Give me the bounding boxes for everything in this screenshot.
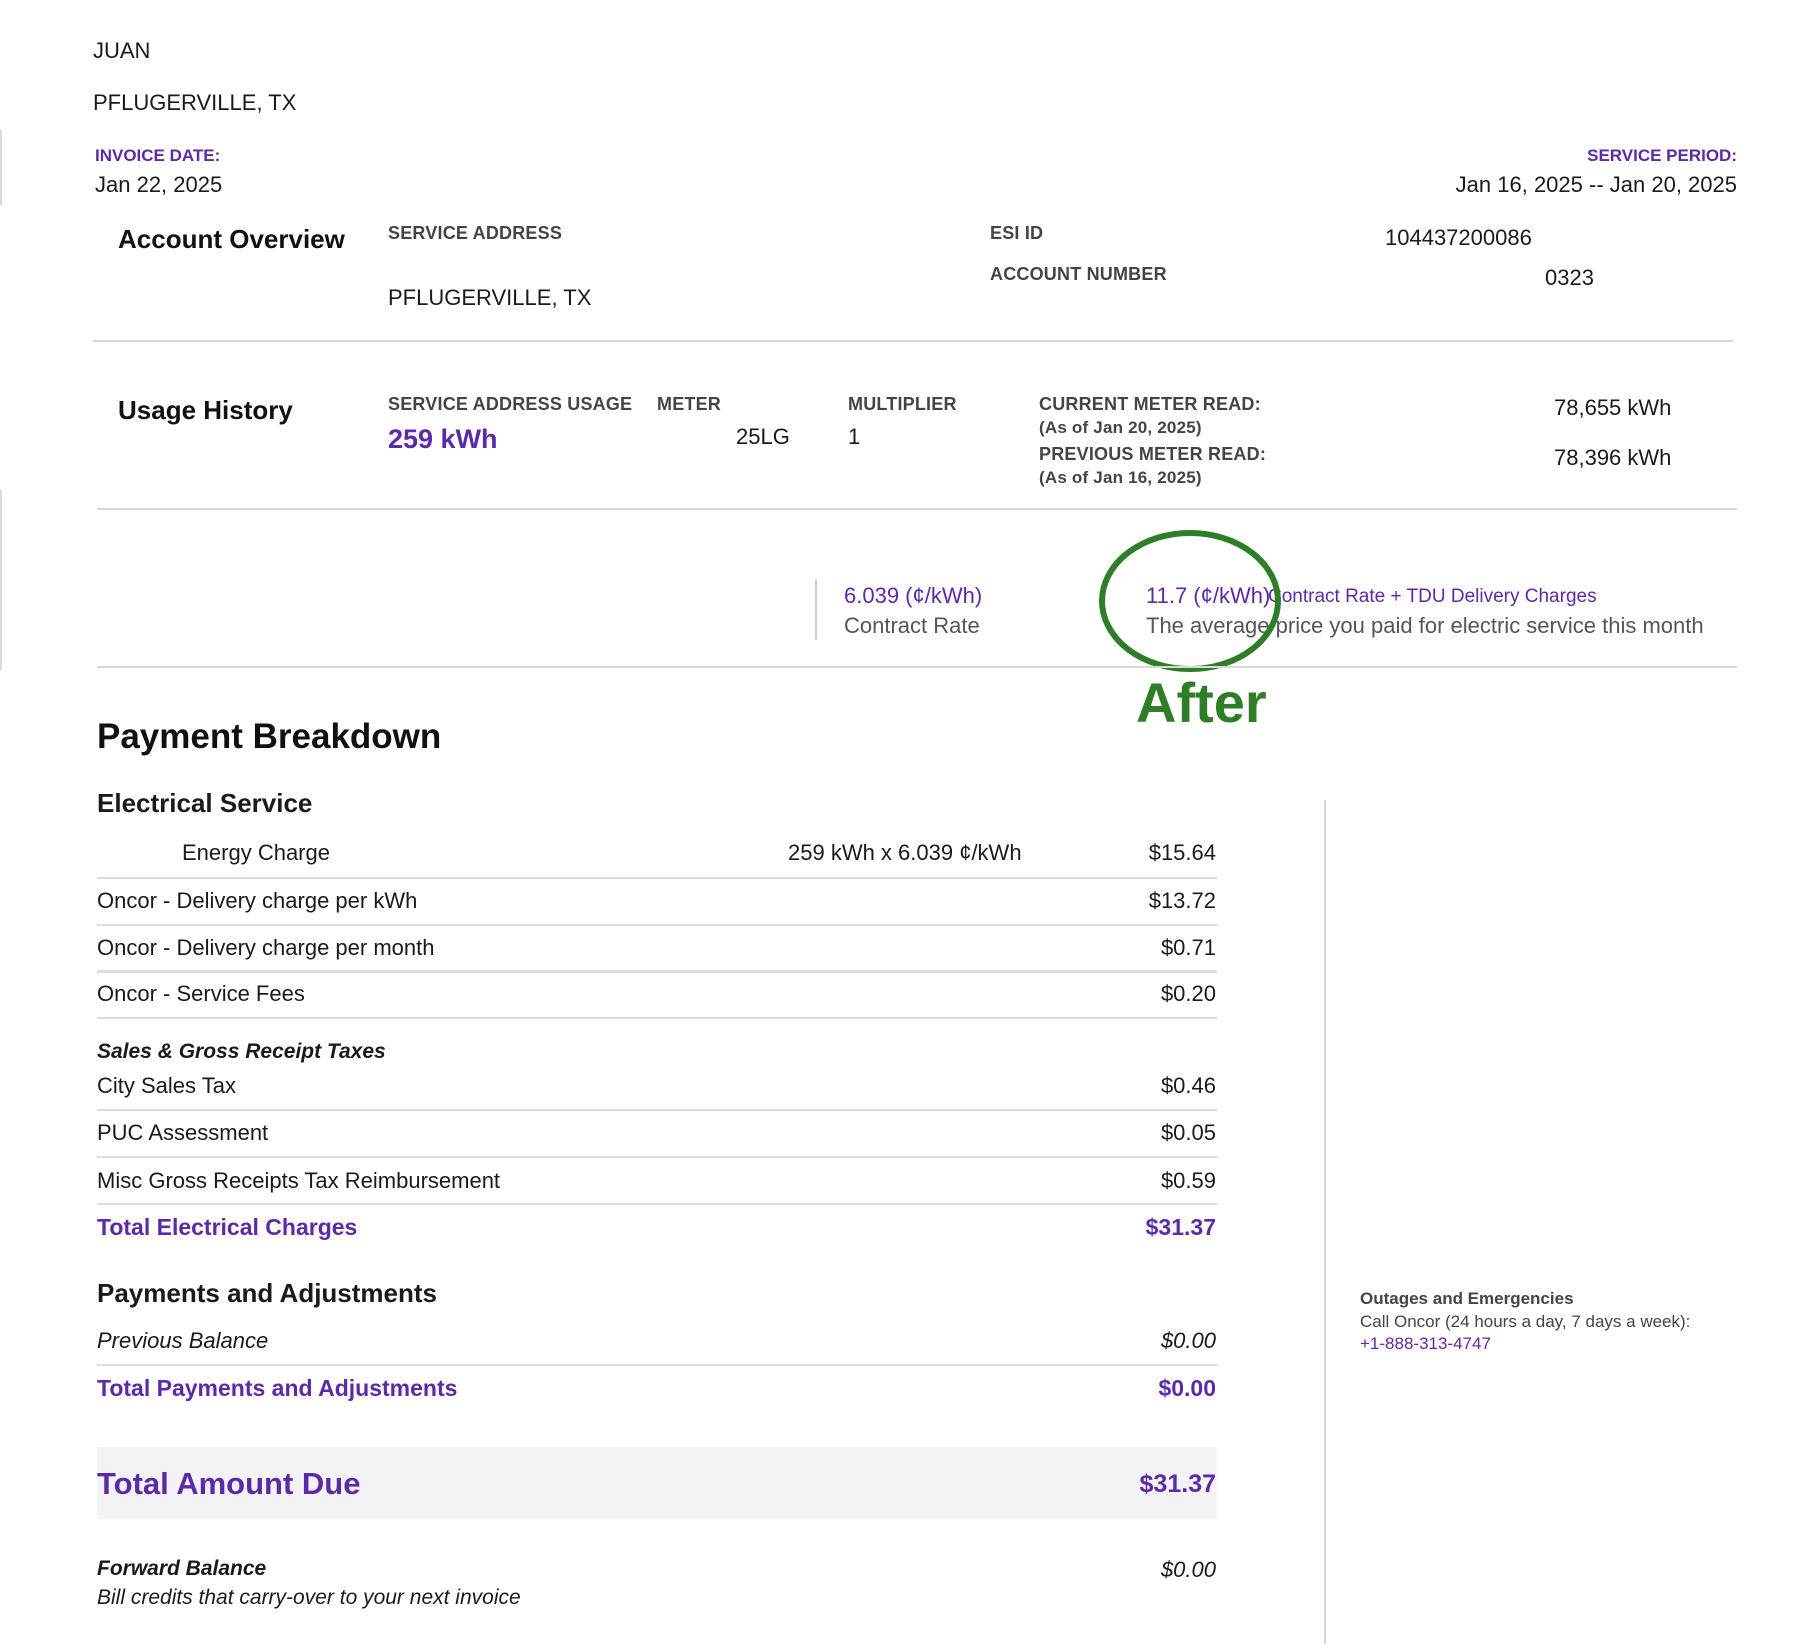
outages-phone-link[interactable]: +1-888-313-4747 [1360,1334,1491,1354]
multiplier-value: 1 [848,424,861,449]
oncor-delivery-kwh-label: Oncor - Delivery charge per kWh [97,888,418,913]
puc-assessment-label: PUC Assessment [97,1120,269,1145]
row-divider [97,1156,1217,1158]
total-payments-label: Total Payments and Adjustments [97,1375,458,1401]
meter-label: METER [657,394,721,414]
energy-charge-calc: 259 kWh x 6.039 ¢/kWh [788,840,1022,865]
usage-value: 259 kWh [388,424,498,454]
account-number-value: 0323 [1545,265,1594,290]
right-column-divider [1324,800,1326,1644]
city-sales-tax-label: City Sales Tax [97,1073,236,1098]
previous-read-label: PREVIOUS METER READ: [1039,444,1267,464]
total-due-amount: $31.37 [1139,1470,1216,1498]
electrical-service-title: Electrical Service [97,788,313,818]
annotation-ellipse [1099,530,1281,672]
taxes-title: Sales & Gross Receipt Taxes [97,1040,386,1063]
forward-balance-label: Forward Balance [97,1557,267,1580]
service-period-value: Jan 16, 2025 -- Jan 20, 2025 [1455,172,1737,197]
previous-balance-label: Previous Balance [97,1328,269,1353]
invoice-date: Jan 22, 2025 [95,172,223,197]
service-period-label: SERVICE PERIOD: [1587,146,1737,165]
row-divider [97,924,1217,926]
divider-usage [97,508,1737,510]
forward-balance-amount: $0.00 [1160,1557,1216,1582]
current-read-date: (As of Jan 20, 2025) [1039,418,1202,437]
multiplier-label: MULTIPLIER [848,394,957,414]
row-divider [97,970,1217,973]
row-divider [97,1017,1217,1019]
meter-value: 25LG [736,424,790,449]
total-electrical-amount: $31.37 [1145,1214,1216,1240]
outages-description: Call Oncor (24 hours a day, 7 days a wee… [1360,1312,1691,1331]
payment-breakdown-title: Payment Breakdown [97,717,442,756]
contract-rate-label: Contract Rate [844,613,980,638]
previous-read-date: (As of Jan 16, 2025) [1039,468,1202,487]
row-divider [97,877,1217,879]
page-edge-mid [0,490,2,670]
oncor-delivery-month-amount: $0.71 [1160,935,1216,960]
oncor-service-fees-label: Oncor - Service Fees [97,981,305,1006]
account-number-label: ACCOUNT NUMBER [990,264,1167,284]
page-edge-top [0,130,2,205]
city-sales-tax-amount: $0.46 [1160,1073,1216,1098]
oncor-delivery-kwh-amount: $13.72 [1148,888,1216,913]
previous-read-value: 78,396 kWh [1554,445,1672,470]
total-due-label: Total Amount Due [97,1466,361,1501]
energy-charge-amount: $15.64 [1148,840,1216,865]
oncor-delivery-month-label: Oncor - Delivery charge per month [97,935,435,960]
annotation-label: After [1136,671,1267,734]
row-divider [97,1364,1217,1366]
oncor-service-fees-amount: $0.20 [1160,981,1216,1006]
forward-balance-description: Bill credits that carry-over to your nex… [97,1586,521,1609]
usage-history-title: Usage History [118,395,293,425]
customer-city: PFLUGERVILLE, TX [93,90,297,115]
total-electrical-label: Total Electrical Charges [97,1214,358,1240]
service-address-label: SERVICE ADDRESS [388,223,563,243]
account-overview-title: Account Overview [118,224,345,254]
misc-gross-receipts-label: Misc Gross Receipts Tax Reimbursement [97,1168,501,1193]
payments-title: Payments and Adjustments [97,1278,438,1308]
invoice-date-label: INVOICE DATE: [95,146,221,165]
annotation-circle [1099,530,1281,672]
rate-separator [815,580,817,640]
current-read-value: 78,655 kWh [1554,395,1672,420]
current-read-label: CURRENT METER READ: [1039,394,1261,414]
contract-rate-value: 6.039 (¢/kWh) [844,583,983,608]
divider-account [93,340,1733,342]
misc-gross-receipts-amount: $0.59 [1160,1168,1216,1193]
esi-id-label: ESI ID [990,223,1044,243]
service-address-value: PFLUGERVILLE, TX [388,285,592,310]
outages-title: Outages and Emergencies [1360,1289,1574,1308]
energy-charge-label: Energy Charge [182,840,330,865]
customer-name: JUAN [93,38,151,63]
puc-assessment-amount: $0.05 [1160,1120,1216,1145]
esi-id-value: 104437200086 [1385,225,1532,250]
previous-balance-amount: $0.00 [1160,1328,1216,1353]
total-payments-amount: $0.00 [1158,1375,1216,1401]
usage-label: SERVICE ADDRESS USAGE [388,394,633,414]
row-divider [97,1203,1217,1205]
divider-rates [97,666,1737,668]
average-rate-title: Contract Rate + TDU Delivery Charges [1268,586,1597,607]
row-divider [97,1109,1217,1111]
